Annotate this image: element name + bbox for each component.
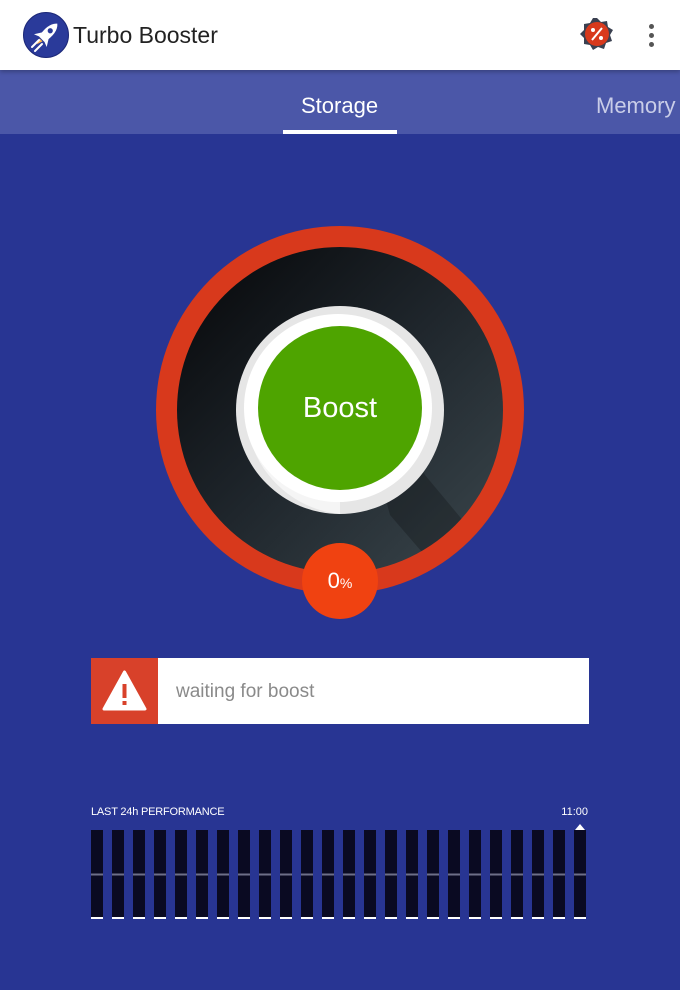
performance-bar-midline xyxy=(175,873,187,876)
performance-bar-midline xyxy=(490,873,502,876)
performance-bar-midline xyxy=(532,873,544,876)
performance-bar-base xyxy=(301,917,313,919)
current-hour-marker-icon xyxy=(575,824,585,830)
rocket-icon xyxy=(23,12,69,58)
performance-bar-midline xyxy=(385,873,397,876)
performance-bar-midline xyxy=(511,873,523,876)
percent-value: 0 xyxy=(327,568,340,593)
performance-bar-base xyxy=(406,917,418,919)
performance-bar-midline xyxy=(238,873,250,876)
performance-bar-midline xyxy=(154,873,166,876)
app-bar: Turbo Booster xyxy=(0,0,680,70)
performance-bar-base xyxy=(133,917,145,919)
performance-bar-midline xyxy=(322,873,334,876)
percent-unit: % xyxy=(339,575,353,591)
performance-bar-base xyxy=(112,917,124,919)
performance-bar-midline xyxy=(112,873,124,876)
app-title: Turbo Booster xyxy=(73,22,218,48)
performance-bar-base xyxy=(322,917,334,919)
performance-bar-base xyxy=(175,917,187,919)
performance-bar-base xyxy=(91,917,103,919)
tab-storage[interactable]: Storage xyxy=(301,92,378,120)
performance-bar-midline xyxy=(469,873,481,876)
performance-bar-base xyxy=(196,917,208,919)
performance-bar-base xyxy=(280,917,292,919)
performance-label: LAST 24h PERFORMANCE xyxy=(91,806,225,818)
performance-bar-midline xyxy=(553,873,565,876)
performance-bar-base xyxy=(385,917,397,919)
performance-bar-midline xyxy=(448,873,460,876)
performance-bar-base xyxy=(217,917,229,919)
performance-bar-base xyxy=(511,917,523,919)
tab-memory[interactable]: Memory xyxy=(596,92,675,120)
performance-bar-midline xyxy=(406,873,418,876)
performance-bar-midline xyxy=(259,873,271,876)
performance-bar-midline xyxy=(133,873,145,876)
performance-bar-base xyxy=(238,917,250,919)
performance-bar-base xyxy=(259,917,271,919)
performance-bar-midline xyxy=(343,873,355,876)
performance-bar-midline xyxy=(574,873,586,876)
tab-indicator xyxy=(283,130,397,134)
status-bar: waiting for boost xyxy=(91,658,589,724)
performance-chart xyxy=(91,824,586,919)
performance-bar-base xyxy=(343,917,355,919)
performance-bar-base xyxy=(532,917,544,919)
performance-bar-base xyxy=(574,917,586,919)
more-vert-icon[interactable] xyxy=(638,18,666,52)
performance-bar-base xyxy=(154,917,166,919)
boost-button-label[interactable]: Boost xyxy=(240,390,440,426)
performance-bar-base xyxy=(490,917,502,919)
performance-bar-midline xyxy=(280,873,292,876)
performance-bar-midline xyxy=(196,873,208,876)
performance-bar-midline xyxy=(427,873,439,876)
performance-bar-base xyxy=(553,917,565,919)
status-text: waiting for boost xyxy=(176,681,315,702)
performance-bar-midline xyxy=(364,873,376,876)
performance-bar-base xyxy=(364,917,376,919)
performance-bar-base xyxy=(448,917,460,919)
performance-time: 11:00 xyxy=(561,806,588,818)
performance-bar-base xyxy=(469,917,481,919)
performance-bar-midline xyxy=(91,873,103,876)
percent-readout: 0% xyxy=(302,566,378,598)
performance-bar-base xyxy=(427,917,439,919)
discount-badge-icon[interactable] xyxy=(579,16,615,52)
performance-bar-midline xyxy=(301,873,313,876)
tab-bar: Storage Memory xyxy=(0,70,680,134)
performance-bar-midline xyxy=(217,873,229,876)
warning-icon xyxy=(91,658,158,724)
